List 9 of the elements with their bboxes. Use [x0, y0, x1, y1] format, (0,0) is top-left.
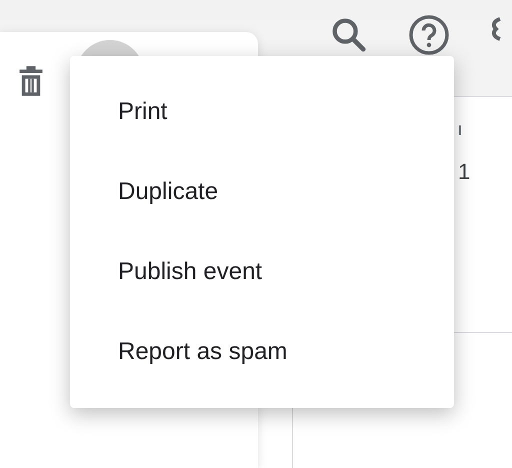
day-label: I	[458, 122, 462, 138]
delete-icon[interactable]	[18, 65, 44, 97]
menu-item[interactable]: Duplicate	[70, 152, 454, 232]
menu-item[interactable]: Report as spam	[70, 312, 454, 392]
menu-item[interactable]: Print	[70, 72, 454, 152]
search-icon[interactable]	[330, 16, 368, 54]
day-number: 1	[458, 159, 470, 185]
menu-item[interactable]: Publish event	[70, 232, 454, 312]
help-icon[interactable]	[408, 14, 450, 56]
